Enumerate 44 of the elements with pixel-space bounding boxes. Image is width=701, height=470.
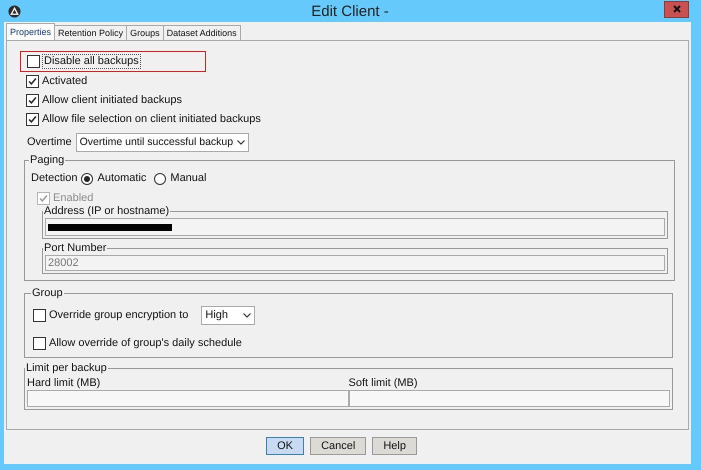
group-title: Limit per backup	[26, 362, 107, 374]
close-button[interactable]	[664, 0, 689, 18]
checkbox[interactable]	[26, 113, 39, 126]
checkbox-label: Activated	[42, 75, 88, 88]
field-label: Overtime	[27, 136, 72, 149]
tab[interactable]: Dataset Additions	[162, 25, 241, 40]
checkbox[interactable]	[33, 309, 46, 322]
tab[interactable]: Properties	[6, 23, 56, 40]
checkbox-label: Enabled	[53, 192, 94, 205]
close-icon	[672, 5, 680, 13]
checkbox-label[interactable]: Disable all backups	[42, 54, 141, 69]
checkbox-label: Override group encryption to	[49, 309, 188, 322]
dialog-button[interactable]: Help	[372, 437, 417, 455]
radio-button[interactable]	[154, 172, 166, 184]
encryption-dropdown[interactable]: High	[201, 306, 256, 325]
checkbox-label: Allow file selection on client initiated backups	[42, 113, 261, 126]
radio-label: Automatic	[97, 172, 146, 185]
group-title: Paging	[30, 154, 64, 166]
field-label: Soft limit (MB)	[348, 377, 419, 390]
hard-limit-field[interactable]	[27, 390, 348, 407]
tab[interactable]: Groups	[126, 25, 164, 40]
tab[interactable]: Retention Policy	[54, 25, 128, 40]
checkbox-label: Allow override of group's daily schedule	[49, 337, 242, 350]
caret-icon	[237, 140, 246, 145]
field-label: Hard limit (MB)	[27, 377, 102, 390]
group-title: Group	[32, 287, 63, 299]
checkbox[interactable]	[27, 55, 40, 68]
radio-button[interactable]	[81, 172, 94, 184]
checkbox[interactable]	[26, 94, 39, 107]
dialog-button[interactable]: Cancel	[310, 437, 366, 455]
window-title: Edit Client -	[310, 4, 390, 18]
caret-icon	[243, 313, 252, 318]
group-title: Port Number	[44, 242, 106, 254]
soft-limit-field[interactable]	[348, 390, 670, 407]
field-label: Detection	[31, 172, 78, 185]
group-title: Address (IP or hostname)	[44, 205, 170, 217]
checkbox-label: Allow client initiated backups	[42, 94, 182, 107]
radio-label: Manual	[170, 172, 206, 185]
checkbox[interactable]	[26, 75, 39, 88]
app-logo-icon	[8, 4, 21, 18]
checkbox[interactable]	[33, 337, 46, 350]
overtime-dropdown[interactable]: Overtime until successful backup	[76, 133, 250, 152]
address-field[interactable]	[45, 218, 665, 236]
dialog-button[interactable]: OK	[266, 437, 304, 455]
